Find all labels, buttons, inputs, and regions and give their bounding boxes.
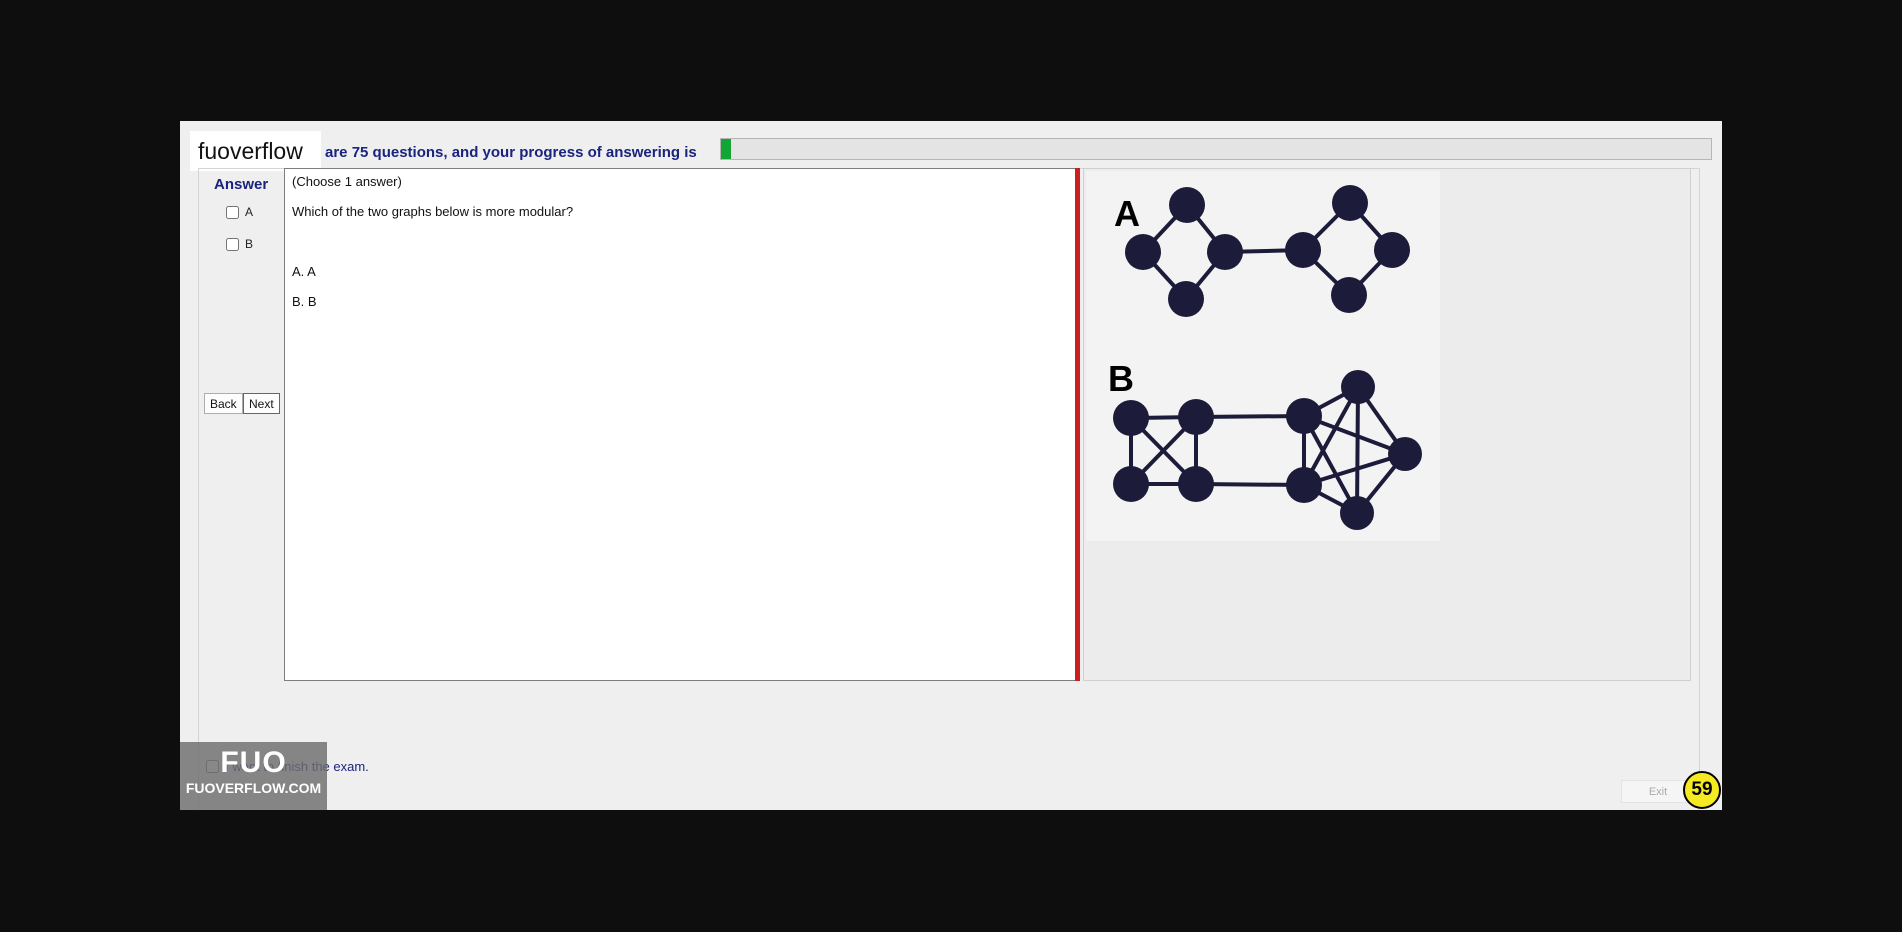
answer-a-label: A (245, 205, 254, 219)
next-button[interactable]: Next (243, 393, 280, 414)
pane-divider[interactable] (1075, 168, 1080, 681)
progress-bar (720, 138, 1712, 160)
graph-b-node (1178, 399, 1214, 435)
exam-window: fuoverflow are 75 questions, and your pr… (180, 121, 1722, 810)
graphs-diagram: A B (1108, 185, 1422, 530)
graph-b-node (1286, 467, 1322, 503)
answer-title: Answer (214, 176, 269, 193)
answer-option-a[interactable]: A (226, 205, 253, 219)
graph-a-node (1285, 232, 1321, 268)
graph-b-label: B (1108, 358, 1134, 399)
choice-b: B. B (292, 294, 317, 309)
watermark-logo-text: FUO (220, 746, 287, 779)
graph-b-node (1178, 466, 1214, 502)
answer-a-checkbox[interactable] (226, 205, 239, 219)
graph-a-node (1169, 187, 1205, 223)
question-pane: (Choose 1 answer) Which of the two graph… (284, 168, 1079, 681)
graph-a-node (1374, 232, 1410, 268)
brand-logo: fuoverflow (190, 131, 321, 171)
progress-label: are 75 questions, and your progress of a… (325, 144, 697, 161)
graph-a-node (1332, 185, 1368, 221)
back-button[interactable]: Back (204, 393, 243, 414)
question-instruction: (Choose 1 answer) (292, 174, 402, 189)
graph-b-node (1286, 398, 1322, 434)
graph-a-node (1207, 234, 1243, 270)
graph-b-node (1341, 370, 1375, 404)
graphs-image: A B (1086, 171, 1440, 541)
progress-fill (721, 139, 731, 159)
question-image-pane: A B (1083, 168, 1691, 681)
graph-b-node (1113, 466, 1149, 502)
graph-b-node (1113, 400, 1149, 436)
answer-option-b[interactable]: B (226, 237, 253, 251)
countdown-timer: 59 (1683, 771, 1721, 809)
choice-a: A. A (292, 264, 316, 279)
graph-a-node (1168, 281, 1204, 317)
answer-b-checkbox[interactable] (226, 237, 239, 251)
watermark-logo: FUO FUOVERFLOW.COM (180, 742, 327, 810)
graph-a-node (1331, 277, 1367, 313)
watermark-site-text: FUOVERFLOW.COM (185, 780, 322, 796)
graph-a-node (1125, 234, 1161, 270)
graph-b-node (1340, 496, 1374, 530)
graph-b-node (1388, 437, 1422, 471)
answer-b-label: B (245, 237, 254, 251)
graph-a-label: A (1114, 193, 1140, 234)
question-text: Which of the two graphs below is more mo… (292, 204, 574, 219)
